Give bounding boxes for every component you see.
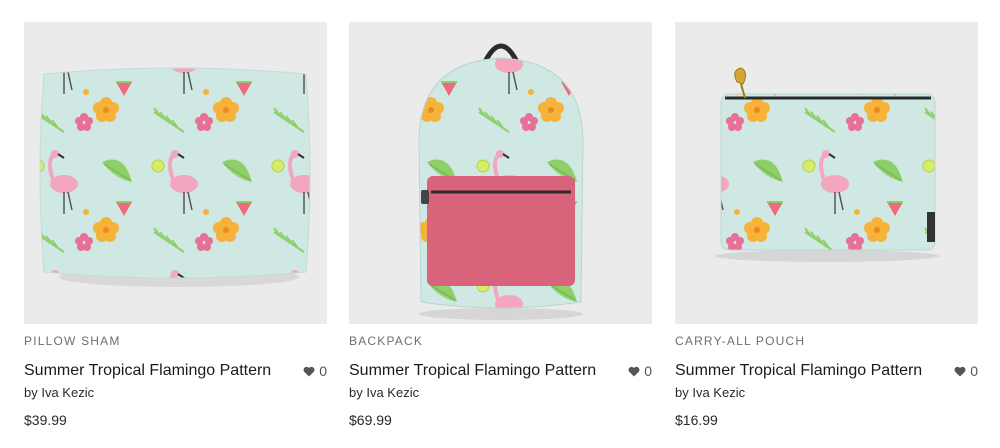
product-title[interactable]: Summer Tropical Flamingo Pattern bbox=[349, 362, 596, 380]
product-title[interactable]: Summer Tropical Flamingo Pattern bbox=[675, 362, 922, 380]
product-card-pillow-sham[interactable]: PILLOW SHAM Summer Tropical Flamingo Pat… bbox=[24, 22, 327, 428]
artist-link[interactable]: by Iva Kezic bbox=[349, 385, 652, 401]
heart-icon bbox=[628, 366, 640, 376]
product-grid: PILLOW SHAM Summer Tropical Flamingo Pat… bbox=[0, 0, 1000, 448]
heart-icon bbox=[954, 366, 966, 376]
product-card-carry-all-pouch[interactable]: CARRY-ALL POUCH Summer Tropical Flamingo… bbox=[675, 22, 978, 428]
product-price: $39.99 bbox=[24, 412, 67, 428]
like-button[interactable]: 0 bbox=[303, 363, 327, 379]
artist-link[interactable]: by Iva Kezic bbox=[24, 385, 327, 401]
like-count: 0 bbox=[319, 363, 327, 379]
like-count: 0 bbox=[644, 363, 652, 379]
product-image[interactable] bbox=[675, 22, 978, 324]
product-price: $69.99 bbox=[349, 412, 392, 428]
product-category: PILLOW SHAM bbox=[24, 334, 121, 348]
product-category: BACKPACK bbox=[349, 334, 424, 348]
product-image[interactable] bbox=[349, 22, 652, 324]
heart-icon bbox=[303, 366, 315, 376]
like-button[interactable]: 0 bbox=[954, 363, 978, 379]
product-card-backpack[interactable]: BACKPACK Summer Tropical Flamingo Patter… bbox=[349, 22, 652, 428]
product-image[interactable] bbox=[24, 22, 327, 324]
like-count: 0 bbox=[970, 363, 978, 379]
product-title[interactable]: Summer Tropical Flamingo Pattern bbox=[24, 362, 271, 380]
like-button[interactable]: 0 bbox=[628, 363, 652, 379]
artist-link[interactable]: by Iva Kezic bbox=[675, 385, 978, 401]
product-price: $16.99 bbox=[675, 412, 718, 428]
product-category: CARRY-ALL POUCH bbox=[675, 334, 806, 348]
